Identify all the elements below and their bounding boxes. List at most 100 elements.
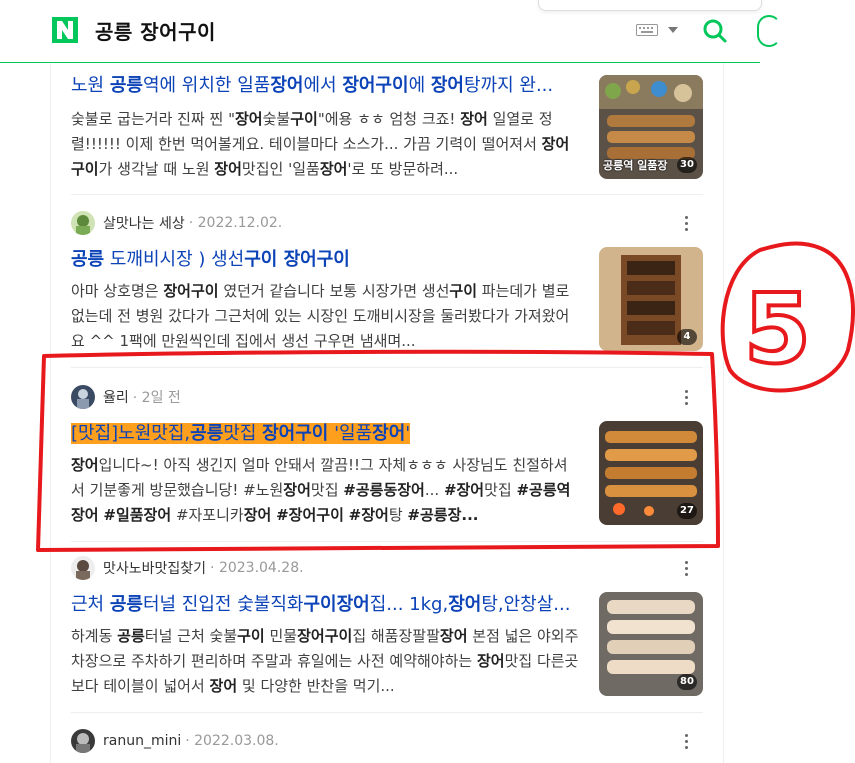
text-segment: 탕,안창살... xyxy=(481,594,571,615)
text-segment: 및 다양한 반찬을 먹기... xyxy=(237,677,395,695)
text-segment: 민물 xyxy=(264,627,298,645)
text-segment: 였던거 같습니다 보통 시장가면 생선 xyxy=(218,282,450,300)
avatar[interactable] xyxy=(71,385,95,409)
keyword-highlight: 공릉 xyxy=(71,249,105,270)
text-segment: 탕까지 완... xyxy=(463,75,554,96)
text-segment: 가 생각날 때 노원 xyxy=(98,160,215,178)
keyword-highlight: 장어 xyxy=(372,423,406,444)
keyword-highlight: #공릉동장어 xyxy=(343,481,425,499)
text-segment: 도깨비시장 ) 생선 xyxy=(104,249,245,270)
text-segment: 탕 xyxy=(388,506,408,524)
more-options-icon[interactable] xyxy=(685,561,689,577)
keyword-highlight: 공릉 xyxy=(109,75,143,96)
result-thumbnail[interactable]: 공릉역 일품장 30 xyxy=(599,75,703,179)
avatar[interactable] xyxy=(71,211,95,235)
result-description[interactable]: 장어입니다~! 아직 생긴지 얼마 안돼서 깔끔!!그 자체ㅎㅎㅎ 사장님도 친… xyxy=(71,453,581,529)
circle-stroke xyxy=(720,241,855,393)
keyword-highlight: #장어 xyxy=(348,506,389,524)
more-options-icon[interactable] xyxy=(685,390,689,406)
list-item: 맛사노바맛집찾기 · 2023.04.28. 근처 공릉터널 진입전 숯불직화구… xyxy=(71,556,705,706)
thumbnail-caption: 공릉역 일품장 xyxy=(603,159,668,172)
result-title[interactable]: 근처 공릉터널 진입전 숯불직화구이장어집... 1kg,장어탕,안창살... xyxy=(71,592,581,618)
keyword-highlight: #장어구이 xyxy=(276,506,344,524)
keyword-highlight: 구이장어 xyxy=(303,594,370,615)
text-segment: "에용 ㅎㅎ 엄청 크죠! xyxy=(317,110,461,128)
post-date: · 2일 전 xyxy=(132,390,181,406)
keyword-highlight: 구이 장어구이 xyxy=(244,249,350,270)
text-segment: ... xyxy=(424,481,444,499)
keyword-highlight: 장어구이 xyxy=(163,282,219,300)
keyword-highlight: 장어 xyxy=(439,627,468,645)
keyword-highlight: 장어 xyxy=(448,594,482,615)
image-count-badge: 27 xyxy=(677,503,697,519)
keyword-highlight: 장어구이 xyxy=(297,627,353,645)
result-thumbnail[interactable]: 80 xyxy=(599,592,703,696)
post-date: · 2023.04.28. xyxy=(210,560,304,576)
author-meta: 율리 · 2일 전 xyxy=(71,385,181,409)
post-date: · 2022.03.08. xyxy=(185,733,279,749)
text-segment: 터널 근처 숯불 xyxy=(144,627,238,645)
keyword-highlight: 장어 xyxy=(214,160,242,178)
image-count-badge: 80 xyxy=(677,674,697,690)
keyword-highlight: 장어 xyxy=(460,110,488,128)
post-date: · 2022.12.02. xyxy=(188,215,283,231)
text-segment: 맛집인 '일품 xyxy=(241,160,320,178)
result-description[interactable]: 아마 상호명은 장어구이 였던거 같습니다 보통 시장가면 생선구이 파는데가 … xyxy=(71,279,581,355)
text-segment: '일품 xyxy=(328,423,373,444)
author-meta: ranun_mini · 2022.03.08. xyxy=(71,729,279,753)
result-thumbnail[interactable]: 4 xyxy=(599,247,703,351)
image-count-badge: 4 xyxy=(677,329,697,345)
keyword-highlight: 장어구이 xyxy=(262,423,329,444)
divider xyxy=(71,194,703,195)
keyword-highlight: #공릉장... xyxy=(407,506,479,524)
list-item: 노원 공릉역에 위치한 일품장어에서 장어구이에 장어탕까지 완... 숯불로 … xyxy=(71,73,705,201)
text-segment: 맛집 xyxy=(310,481,344,499)
naver-logo-icon[interactable] xyxy=(52,17,78,43)
keyword-highlight: 장어 xyxy=(234,110,263,128)
text-segment: 집 해품장팔팔 xyxy=(352,627,440,645)
search-query[interactable]: 공릉 장어구이 xyxy=(95,16,216,45)
search-icon[interactable] xyxy=(702,18,728,44)
result-title[interactable]: [맛집]노원맛집,공릉맛집 장어구이 '일품장어' xyxy=(71,421,581,447)
author-name[interactable]: 맛사노바맛집찾기 xyxy=(103,558,206,578)
keyword-highlight: 구이 xyxy=(290,110,318,128)
keyword-highlight: 장어 xyxy=(476,652,505,670)
author-meta: 맛사노바맛집찾기 · 2023.04.28. xyxy=(71,556,304,580)
keyword-highlight: 장어 xyxy=(71,456,99,474)
text-segment: 에서 xyxy=(303,75,343,96)
text-segment: 역에 위치한 일품 xyxy=(142,75,271,96)
divider xyxy=(71,712,703,713)
more-options-icon[interactable] xyxy=(685,216,689,232)
more-options-icon[interactable] xyxy=(685,734,689,750)
text-segment: ' xyxy=(405,423,411,444)
keyword-highlight: 장어 xyxy=(209,677,238,695)
result-title[interactable]: 노원 공릉역에 위치한 일품장어에서 장어구이에 장어탕까지 완... xyxy=(71,73,581,99)
result-description[interactable]: 하계동 공릉터널 근처 숯불구이 민물장어구이집 해품장팔팔장어 본점 넓은 야… xyxy=(71,624,581,700)
result-thumbnail[interactable]: 27 xyxy=(599,421,703,525)
keyword-highlight: 장어 xyxy=(283,481,311,499)
keyword-highlight: 구이 xyxy=(449,282,477,300)
keyboard-icon[interactable] xyxy=(636,24,658,36)
avatar[interactable] xyxy=(71,729,95,753)
keyword-highlight: 공릉 xyxy=(190,423,224,444)
list-item: ranun_mini · 2022.03.08. xyxy=(71,729,705,759)
chevron-down-icon[interactable] xyxy=(668,27,678,33)
annotation-label: 5 xyxy=(744,273,811,385)
text-segment: 숯불로 굽는거라 진짜 찐 " xyxy=(71,110,235,128)
avatar[interactable] xyxy=(71,556,95,580)
suggestion-popup-edge xyxy=(538,0,762,11)
keyword-highlight: 장어구이 xyxy=(342,75,409,96)
author-name[interactable]: 살맛나는 세상 xyxy=(103,213,185,233)
keyword-highlight: #장어 xyxy=(443,481,485,499)
result-title[interactable]: 공릉 도깨비시장 ) 생선구이 장어구이 xyxy=(71,247,581,273)
result-description[interactable]: 숯불로 굽는거라 진짜 찐 "장어숯불구이"에용 ㅎㅎ 엄청 크죠! 장어 일열… xyxy=(71,107,581,183)
text-segment: 맛집 xyxy=(484,481,517,499)
keyword-highlight: 공릉 xyxy=(109,594,143,615)
author-name[interactable]: 율리 xyxy=(103,387,129,407)
author-name[interactable]: ranun_mini xyxy=(103,733,181,749)
keyword-highlight: 구이 xyxy=(237,627,265,645)
text-segment: 맛집 xyxy=(223,423,263,444)
keyword-highlight: 장어 xyxy=(270,75,304,96)
text-segment: 근처 xyxy=(71,594,110,615)
keyword-highlight: 장어 xyxy=(243,506,272,524)
